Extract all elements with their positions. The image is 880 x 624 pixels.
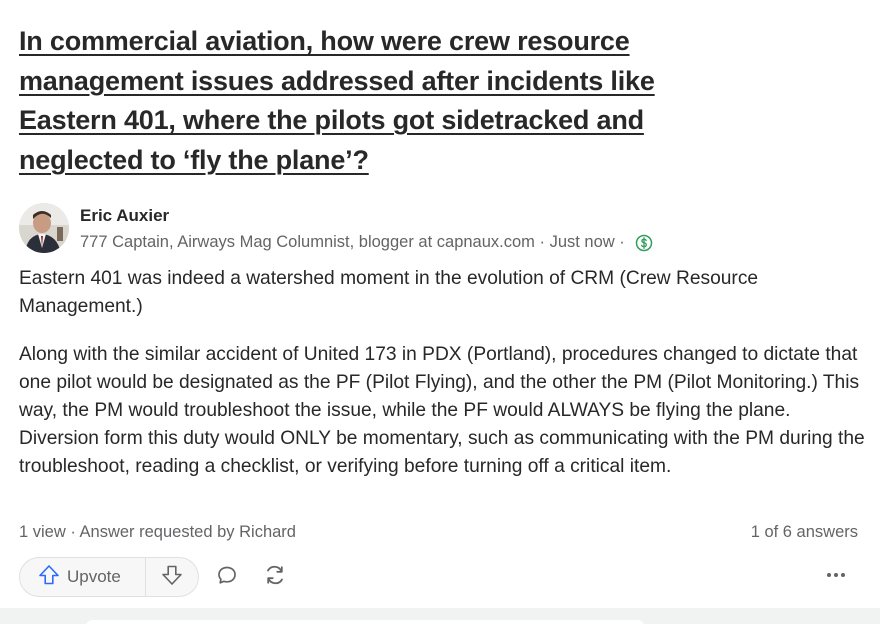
comment-icon xyxy=(215,563,239,592)
answer-paragraph: Along with the similar accident of Unite… xyxy=(19,344,865,477)
meta-separator: · xyxy=(534,233,550,252)
next-section-divider xyxy=(0,608,880,624)
share-button[interactable] xyxy=(261,563,289,591)
more-icon xyxy=(823,562,849,593)
avatar[interactable] xyxy=(19,203,69,253)
downvote-button[interactable] xyxy=(146,558,198,596)
answer-page: In commercial aviation, how were crew re… xyxy=(0,0,880,624)
vote-pill: Upvote xyxy=(19,557,199,597)
downvote-arrow-icon xyxy=(160,563,184,592)
next-card-edge xyxy=(85,620,645,624)
comment-button[interactable] xyxy=(213,563,241,591)
answer-paragraph: Eastern 401 was indeed a watershed momen… xyxy=(19,268,759,317)
question-title[interactable]: In commercial aviation, how were crew re… xyxy=(19,22,739,180)
more-button[interactable] xyxy=(822,563,850,591)
meta-separator-2: · xyxy=(614,233,630,252)
upvote-arrow-icon xyxy=(37,563,61,592)
author-meta: 777 Captain, Airways Mag Columnist, blog… xyxy=(80,233,653,252)
answer-body: Eastern 401 was indeed a watershed momen… xyxy=(19,265,869,501)
upvote-label: Upvote xyxy=(67,567,121,586)
upvote-button[interactable]: Upvote xyxy=(20,558,146,596)
share-icon xyxy=(262,562,288,593)
answer-timestamp[interactable]: Just now xyxy=(550,233,615,251)
answers-count: 1 of 6 answers xyxy=(750,523,858,541)
author-name[interactable]: Eric Auxier xyxy=(80,206,169,226)
author-credential[interactable]: 777 Captain, Airways Mag Columnist, blog… xyxy=(80,233,535,251)
dollar-circle-icon xyxy=(635,234,653,252)
answer-footer-meta[interactable]: 1 view · Answer requested by Richard xyxy=(19,523,296,542)
